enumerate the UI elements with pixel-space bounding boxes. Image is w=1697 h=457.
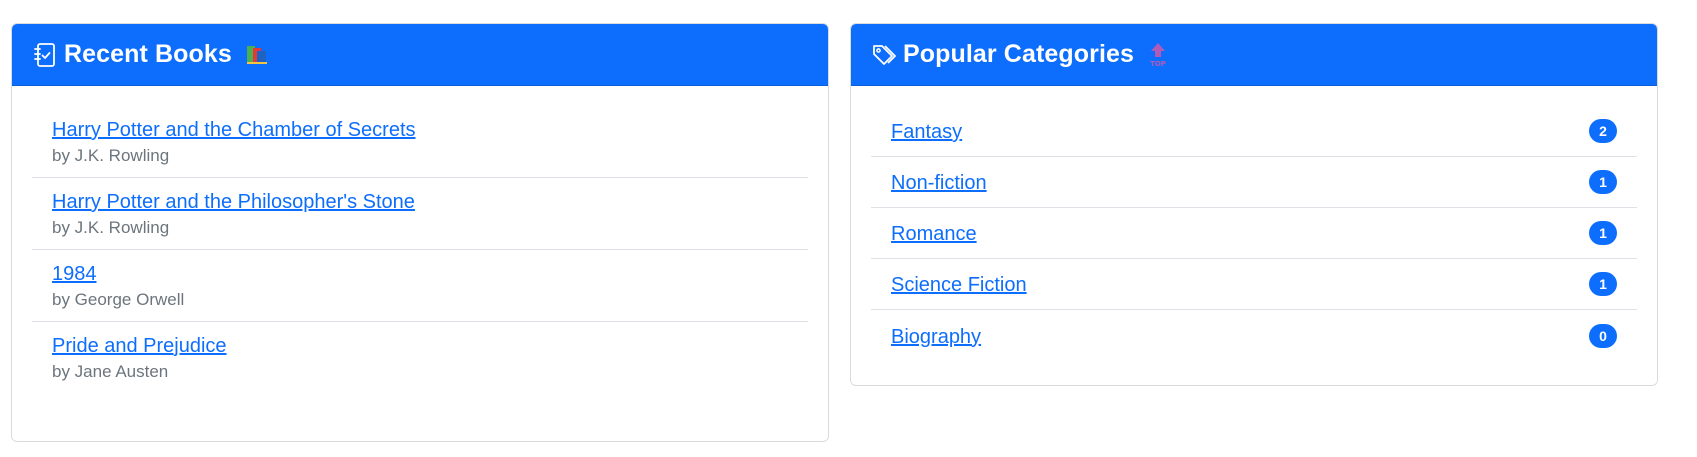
list-item: Fantasy 2: [871, 106, 1637, 157]
svg-text:TOP: TOP: [1150, 60, 1166, 68]
book-link[interactable]: 1984: [52, 260, 788, 288]
book-author: by J.K. Rowling: [52, 146, 170, 165]
count-badge: 1: [1589, 221, 1617, 245]
book-author: by George Orwell: [52, 290, 185, 309]
category-link[interactable]: Fantasy: [891, 118, 962, 146]
list-item: Romance 1: [871, 208, 1637, 259]
list-item: Harry Potter and the Chamber of Secrets …: [32, 106, 808, 178]
books-emoji-icon: [244, 42, 270, 68]
category-list: Fantasy 2 Non-fiction 1 Romance 1 Scienc…: [871, 106, 1637, 361]
recent-books-header: Recent Books: [12, 24, 828, 86]
category-link[interactable]: Non-fiction: [891, 169, 987, 197]
popular-categories-card: Popular Categories TOP Fantasy 2 Non-fic…: [850, 23, 1658, 386]
recent-books-title: Recent Books: [64, 40, 232, 68]
tags-icon: [871, 42, 897, 68]
recent-books-body: Harry Potter and the Chamber of Secrets …: [12, 86, 828, 393]
count-badge: 1: [1589, 170, 1617, 194]
popular-categories-title: Popular Categories: [903, 40, 1135, 68]
book-link[interactable]: Harry Potter and the Chamber of Secrets: [52, 116, 788, 144]
category-link[interactable]: Biography: [891, 323, 981, 351]
list-item: Non-fiction 1: [871, 157, 1637, 208]
book-author: by J.K. Rowling: [52, 218, 170, 237]
book-list: Harry Potter and the Chamber of Secrets …: [32, 106, 808, 393]
top-arrow-emoji-icon: TOP: [1146, 41, 1170, 69]
book-link[interactable]: Harry Potter and the Philosopher's Stone: [52, 188, 788, 216]
book-author: by Jane Austen: [52, 362, 169, 381]
popular-categories-header: Popular Categories TOP: [851, 24, 1657, 86]
count-badge: 2: [1589, 119, 1617, 143]
category-link[interactable]: Science Fiction: [891, 271, 1027, 299]
count-badge: 1: [1589, 272, 1617, 296]
list-item: 1984 by George Orwell: [32, 250, 808, 322]
book-link[interactable]: Pride and Prejudice: [52, 332, 788, 360]
list-item: Pride and Prejudice by Jane Austen: [32, 322, 808, 393]
recent-books-card: Recent Books Harry Potter and the Chambe…: [11, 23, 829, 442]
list-item: Harry Potter and the Philosopher's Stone…: [32, 178, 808, 250]
popular-categories-body: Fantasy 2 Non-fiction 1 Romance 1 Scienc…: [851, 86, 1657, 361]
journal-check-icon: [32, 42, 58, 68]
category-link[interactable]: Romance: [891, 220, 977, 248]
list-item: Science Fiction 1: [871, 259, 1637, 310]
list-item: Biography 0: [871, 310, 1637, 361]
count-badge: 0: [1589, 323, 1617, 348]
